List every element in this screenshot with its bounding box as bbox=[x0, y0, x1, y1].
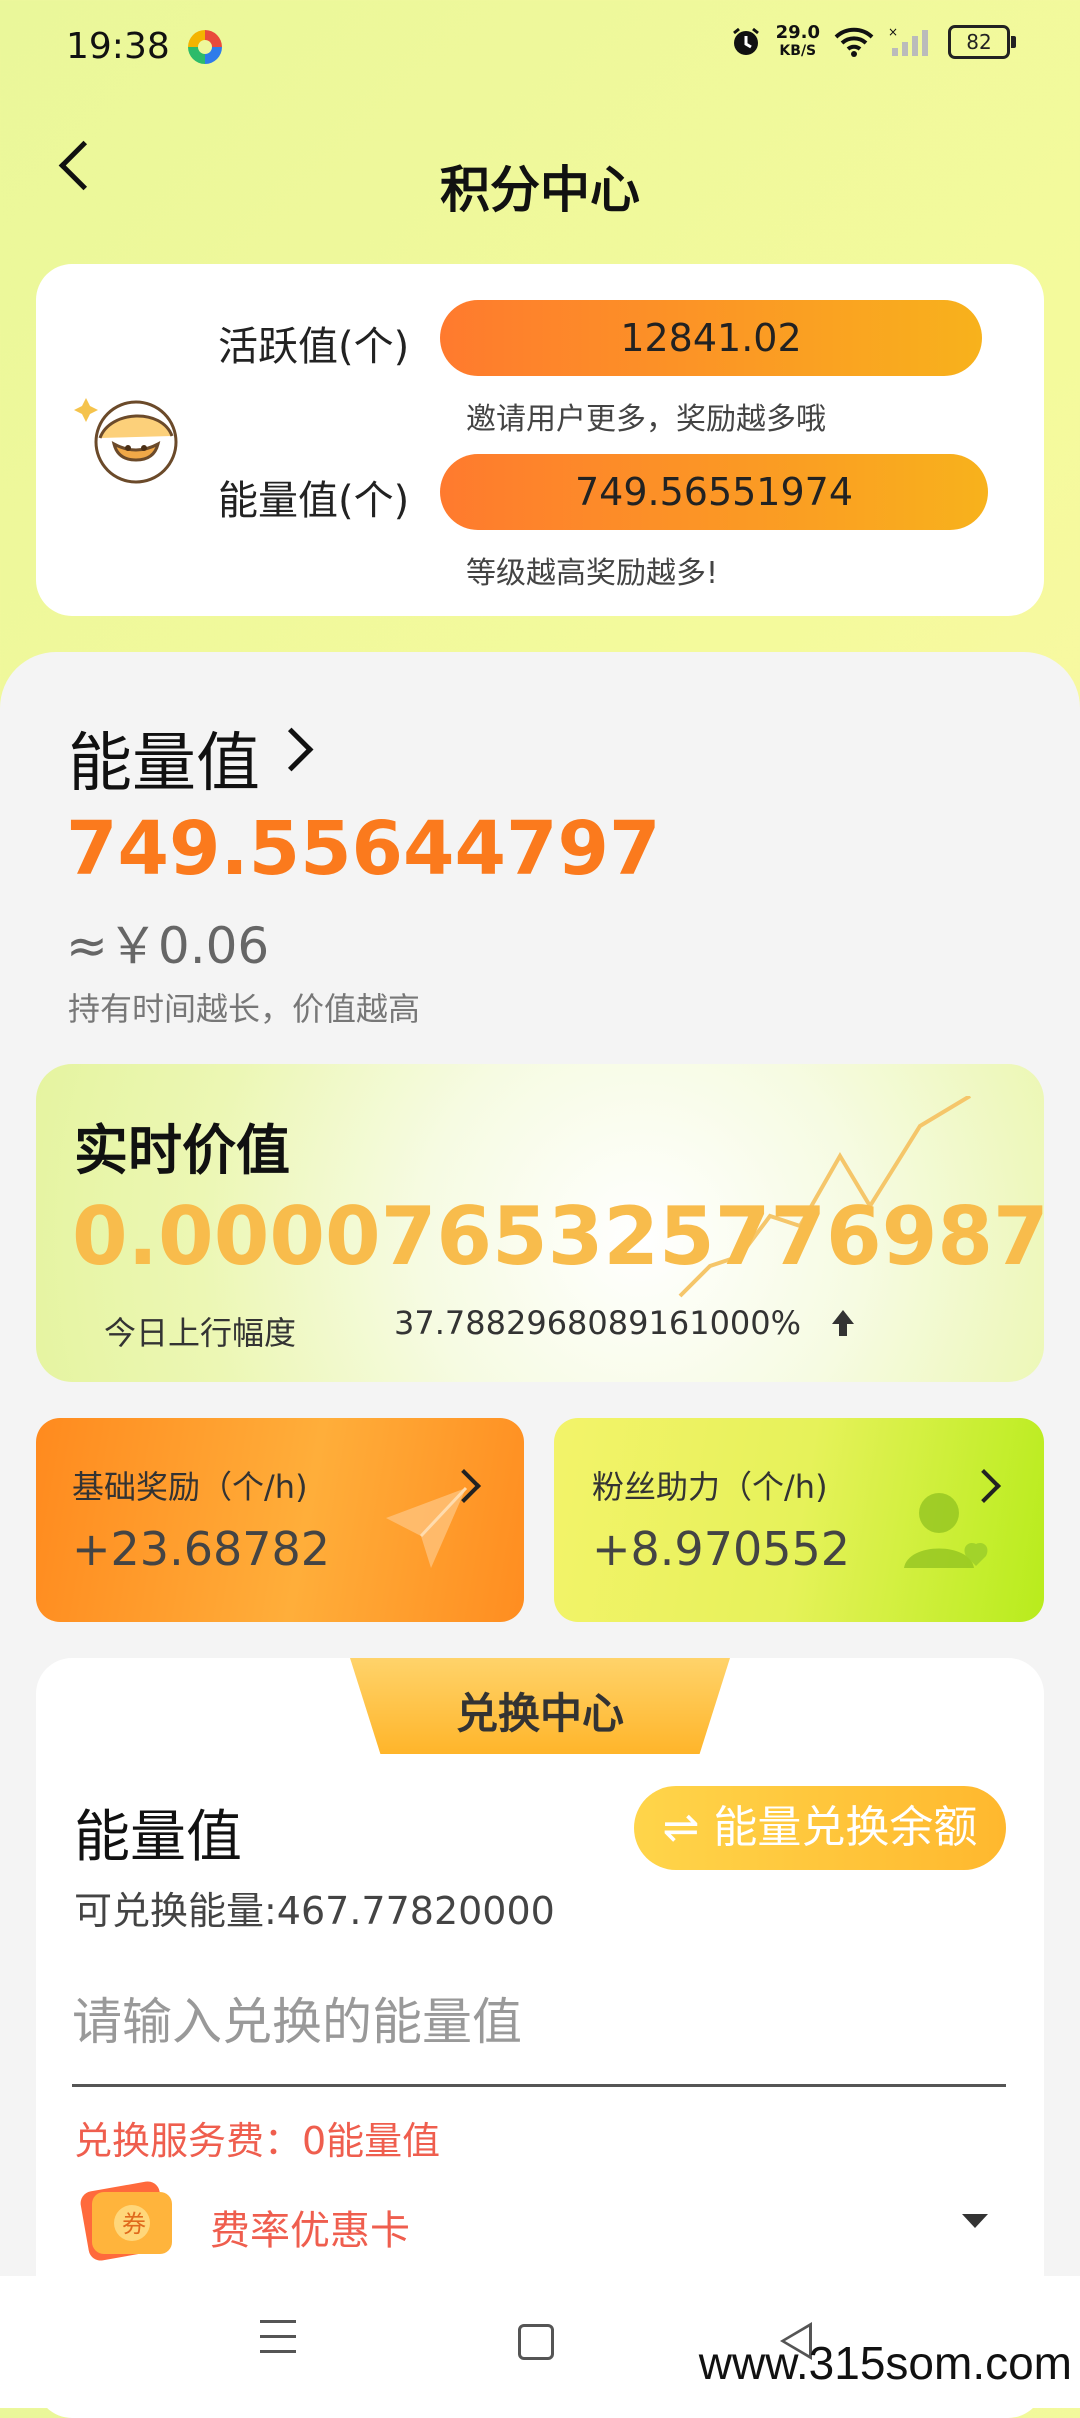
energy-note: 持有时间越长，价值越高 bbox=[68, 990, 421, 1028]
base-reward-label: 基础奖励（个/h) bbox=[72, 1468, 308, 1506]
exchange-amount-input[interactable] bbox=[72, 1960, 1006, 2087]
activity-hint: 邀请用户更多，奖励越多哦 bbox=[466, 402, 826, 437]
energy-value-pill: 749.56551974 bbox=[440, 454, 988, 530]
exchange-fee: 兑换服务费：0能量值 bbox=[74, 2119, 441, 2163]
today-rise-label: 今日上行幅度 bbox=[104, 1314, 297, 1352]
fans-boost-value: +8.970552 bbox=[592, 1522, 851, 1576]
activity-value-pill: 12841.02 bbox=[440, 300, 982, 376]
coupon-icon: 券 bbox=[80, 2181, 172, 2261]
available-energy: 可兑换能量:467.77820000 bbox=[74, 1889, 555, 1933]
energy-label: 能量值(个) bbox=[218, 478, 410, 524]
alarm-icon bbox=[732, 27, 759, 55]
realtime-title: 实时价值 bbox=[74, 1119, 290, 1182]
fans-boost-label: 粉丝助力（个/h) bbox=[592, 1468, 828, 1506]
energy-approx-value: ≈￥0.06 bbox=[66, 917, 270, 975]
base-reward-value: +23.68782 bbox=[72, 1522, 331, 1576]
page-title: 积分中心 bbox=[440, 161, 640, 219]
energy-value: 749.55644797 bbox=[66, 806, 661, 892]
status-time: 19:38 bbox=[66, 26, 170, 67]
energy-hint: 等级越高奖励越多! bbox=[466, 556, 719, 591]
base-reward-card[interactable]: 基础奖励（个/h) +23.68782 bbox=[36, 1418, 524, 1622]
coupon-label[interactable]: 费率优惠卡 bbox=[210, 2198, 410, 2256]
caret-down-icon[interactable] bbox=[962, 2214, 988, 2228]
trend-up-icon bbox=[832, 1310, 854, 1336]
svg-text:×: × bbox=[888, 26, 898, 39]
realtime-value: 0.0000765325776987 bbox=[72, 1190, 1049, 1283]
mascot-icon bbox=[74, 398, 178, 484]
today-rise-percent: 37.7882968089161000% bbox=[394, 1304, 802, 1342]
signal-icon: × bbox=[888, 26, 928, 56]
fans-boost-card[interactable]: 粉丝助力（个/h) +8.970552 bbox=[554, 1418, 1044, 1622]
energy-title[interactable]: 能量值 bbox=[68, 712, 260, 804]
menu-icon[interactable] bbox=[260, 2320, 296, 2365]
svg-text:券: 券 bbox=[122, 2210, 146, 2238]
battery-icon: 82 bbox=[948, 25, 1016, 59]
status-icons: 29.0 KB/S × 82 bbox=[730, 24, 1016, 60]
speed-value: 29.0 bbox=[775, 22, 820, 43]
home-icon[interactable] bbox=[518, 2324, 554, 2360]
exchange-tab-label: 兑换中心 bbox=[455, 1689, 624, 1738]
wifi-icon bbox=[834, 27, 874, 57]
watermark: www.315som.com bbox=[698, 2337, 1072, 2389]
energy-to-balance-button[interactable]: ⇌ 能量兑换余额 bbox=[634, 1786, 1006, 1870]
exchange-title: 能量值 bbox=[74, 1805, 242, 1870]
activity-label: 活跃值(个) bbox=[218, 324, 410, 370]
network-speed: 29.0 KB/S bbox=[776, 24, 820, 60]
app-notification-icon bbox=[188, 30, 222, 64]
speed-unit: KB/S bbox=[779, 43, 817, 59]
